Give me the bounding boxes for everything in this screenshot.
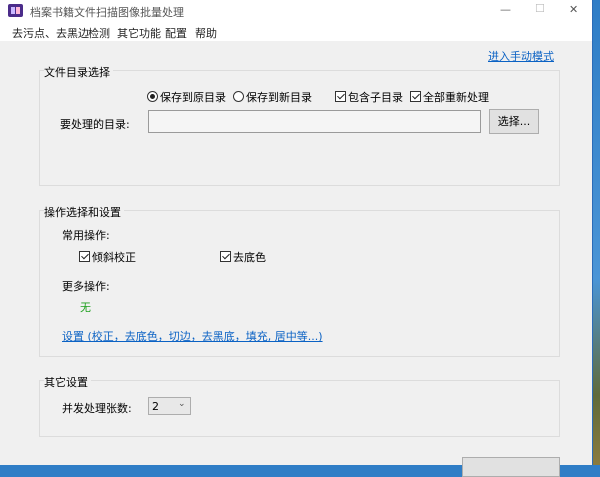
browse-button[interactable]: 选择... <box>489 109 539 134</box>
dir-label: 要处理的目录: <box>60 118 130 131</box>
menu-clean[interactable]: 去污点、去黑边 <box>12 25 89 41</box>
radio-icon <box>147 91 158 102</box>
menu-detect[interactable]: 检测 <box>88 25 110 41</box>
radio-icon <box>233 91 244 102</box>
concurrency-select[interactable]: 2 ⌄ <box>148 397 191 415</box>
minimize-button[interactable]: — <box>500 3 511 16</box>
checkbox-icon <box>410 91 421 102</box>
radio-save-new[interactable]: 保存到新目录 <box>233 89 312 105</box>
radio-save-original[interactable]: 保存到原目录 <box>147 89 226 105</box>
checkbox-include-subdirs[interactable]: 包含子目录 <box>335 89 403 105</box>
checkbox-remove-bg[interactable]: 去底色 <box>220 249 266 265</box>
checkbox-icon <box>79 251 90 262</box>
checkbox-label: 全部重新处理 <box>423 91 489 104</box>
checkbox-reprocess-all[interactable]: 全部重新处理 <box>410 89 489 105</box>
checkbox-icon <box>335 91 346 102</box>
other-group-title: 其它设置 <box>44 374 91 390</box>
close-button[interactable]: ✕ <box>569 3 578 16</box>
checkbox-label: 倾斜校正 <box>92 251 136 264</box>
app-window: 档案书籍文件扫描图像批量处理 — ☐ ✕ 去污点、去黑边 检测 其它功能 配置 … <box>0 0 593 477</box>
chevron-down-icon: ⌄ <box>178 399 186 409</box>
menu-other[interactable]: 其它功能 <box>117 25 161 41</box>
maximize-button[interactable]: ☐ <box>535 2 545 15</box>
checkbox-icon <box>220 251 231 262</box>
radio-label: 保存到原目录 <box>160 91 226 104</box>
concurrency-label: 并发处理张数: <box>62 402 132 415</box>
checkbox-label: 包含子目录 <box>348 91 403 104</box>
concurrency-value: 2 <box>152 400 159 413</box>
window-title: 档案书籍文件扫描图像批量处理 <box>30 6 184 19</box>
settings-link[interactable]: 设置 (校正，去底色，切边，去黑底，填充, 居中等...) <box>62 328 323 344</box>
app-icon <box>8 4 23 17</box>
common-ops-label: 常用操作: <box>62 229 110 242</box>
menu-bar: 去污点、去黑边 检测 其它功能 配置 帮助 <box>0 22 592 41</box>
start-button[interactable] <box>462 457 560 477</box>
ops-group-title: 操作选择和设置 <box>44 204 124 220</box>
menu-config[interactable]: 配置 <box>165 25 187 41</box>
more-ops-value: 无 <box>80 301 91 314</box>
menu-help[interactable]: 帮助 <box>195 25 217 41</box>
title-bar: 档案书籍文件扫描图像批量处理 — ☐ ✕ <box>0 0 592 22</box>
checkbox-deskew[interactable]: 倾斜校正 <box>79 249 136 265</box>
dir-group-title: 文件目录选择 <box>44 64 113 80</box>
checkbox-label: 去底色 <box>233 251 266 264</box>
dir-input[interactable] <box>148 110 481 133</box>
radio-label: 保存到新目录 <box>246 91 312 104</box>
manual-mode-link[interactable]: 进入手动模式 <box>488 48 554 64</box>
more-ops-label: 更多操作: <box>62 280 110 293</box>
